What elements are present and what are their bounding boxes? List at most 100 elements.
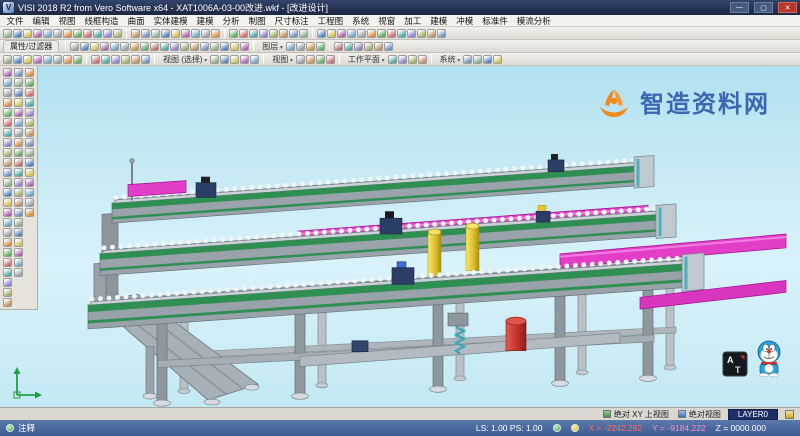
toolbar-icon[interactable] (14, 148, 23, 157)
toolbar-icon[interactable] (249, 29, 258, 38)
toolbar-icon[interactable] (387, 29, 396, 38)
toolbar-icon[interactable] (3, 68, 12, 77)
toolbar-icon[interactable] (25, 108, 34, 117)
toolbar-icon[interactable] (180, 42, 189, 51)
toolbar-icon[interactable] (160, 42, 169, 51)
toolbar-icon[interactable] (110, 42, 119, 51)
toolbar-icon[interactable] (200, 42, 209, 51)
toolbar-icon[interactable] (170, 42, 179, 51)
toolbar-icon[interactable] (14, 168, 23, 177)
toolbar-icon[interactable] (33, 55, 42, 64)
toolbar-icon[interactable] (407, 29, 416, 38)
toolbar-icon[interactable] (3, 78, 12, 87)
toolbar-icon[interactable] (190, 42, 199, 51)
menu-item[interactable]: 编辑 (28, 15, 54, 27)
toolbar-icon[interactable] (220, 55, 229, 64)
toolbar-icon[interactable] (463, 55, 472, 64)
toolbar-icon[interactable] (14, 158, 23, 167)
toolbar-icon[interactable] (374, 42, 383, 51)
toolbar-icon[interactable] (43, 55, 52, 64)
units-icon[interactable] (553, 424, 561, 432)
toolbar-icon[interactable] (93, 29, 102, 38)
toolbar-icon[interactable] (417, 29, 426, 38)
close-button[interactable]: ✕ (778, 2, 797, 13)
toolbar-icon[interactable] (344, 42, 353, 51)
toolbar-icon[interactable] (120, 42, 129, 51)
toolbar-icon[interactable] (14, 238, 23, 247)
menu-item[interactable]: 曲面 (123, 15, 149, 27)
toolbar-icon[interactable] (201, 29, 210, 38)
toolbar-icon[interactable] (91, 55, 100, 64)
toolbar-icon[interactable] (364, 42, 373, 51)
toolbar-icon[interactable] (25, 98, 34, 107)
toolbar-group-label[interactable]: 图层 (258, 41, 285, 52)
toolbar-icon[interactable] (398, 55, 407, 64)
toolbar-icon[interactable] (43, 29, 52, 38)
toolbar-icon[interactable] (25, 128, 34, 137)
toolbar-icon[interactable] (384, 42, 393, 51)
toolbar-icon[interactable] (250, 55, 259, 64)
toolbar-icon[interactable] (73, 29, 82, 38)
toolbar-icon[interactable] (3, 55, 12, 64)
toolbar-icon[interactable] (131, 29, 140, 38)
menu-item[interactable]: 分析 (218, 15, 244, 27)
viewport-3d[interactable]: 智造资料网 A T (0, 66, 800, 407)
toolbar-icon[interactable] (100, 42, 109, 51)
toolbar-icon[interactable] (25, 188, 34, 197)
menu-item[interactable]: 模流分析 (512, 15, 555, 27)
toolbar-icon[interactable] (53, 29, 62, 38)
toolbar-group-label[interactable]: 视图 (选择) (159, 54, 209, 65)
toolbar-icon[interactable] (289, 29, 298, 38)
toolbar-icon[interactable] (269, 29, 278, 38)
toolbar-icon[interactable] (408, 55, 417, 64)
toolbar-icon[interactable] (3, 188, 12, 197)
toolbar-icon[interactable] (70, 42, 79, 51)
toolbar-icon[interactable] (220, 42, 229, 51)
toolbar-icon[interactable] (3, 98, 12, 107)
toolbar-icon[interactable] (3, 208, 12, 217)
toolbar-icon[interactable] (13, 29, 22, 38)
toolbar-icon[interactable] (229, 29, 238, 38)
toolbar-icon[interactable] (210, 42, 219, 51)
toolbar-icon[interactable] (3, 88, 12, 97)
toolbar-icon[interactable] (80, 42, 89, 51)
toolbar-icon[interactable] (3, 198, 12, 207)
menu-item[interactable]: 线框构造 (80, 15, 123, 27)
toolbar-icon[interactable] (25, 178, 34, 187)
toolbar-icon[interactable] (161, 29, 170, 38)
toolbar-icon[interactable] (437, 29, 446, 38)
toolbar-icon[interactable] (83, 29, 92, 38)
toolbar-icon[interactable] (240, 55, 249, 64)
toolbar-icon[interactable] (239, 29, 248, 38)
toolbar-icon[interactable] (3, 29, 12, 38)
toolbar-icon[interactable] (14, 208, 23, 217)
toolbar-icon[interactable] (3, 178, 12, 187)
menu-item[interactable]: 文件 (2, 15, 28, 27)
toolbar-icon[interactable] (23, 55, 32, 64)
toolbar-icon[interactable] (397, 29, 406, 38)
toolbar-icon[interactable] (25, 168, 34, 177)
toolbar-icon[interactable] (191, 29, 200, 38)
toolbar-icon[interactable] (337, 29, 346, 38)
toolbar-icon[interactable] (113, 29, 122, 38)
toolbar-icon[interactable] (334, 42, 343, 51)
view-orientation-widget[interactable]: A T (722, 351, 748, 377)
menu-item[interactable]: 尺寸标注 (270, 15, 313, 27)
toolbar-icon[interactable] (306, 42, 315, 51)
menu-item[interactable]: 建模 (192, 15, 218, 27)
toolbar-icon[interactable] (25, 208, 34, 217)
menu-item[interactable]: 制图 (244, 15, 270, 27)
toolbar-icon[interactable] (90, 42, 99, 51)
toolbar-icon[interactable] (14, 258, 23, 267)
toolbar-icon[interactable] (141, 55, 150, 64)
toolbar-icon[interactable] (259, 29, 268, 38)
toolbar-icon[interactable] (230, 42, 239, 51)
toolbar-icon[interactable] (25, 68, 34, 77)
toolbar-icon[interactable] (286, 42, 295, 51)
toolbar-icon[interactable] (101, 55, 110, 64)
toolbar-icon[interactable] (53, 55, 62, 64)
toolbar-icon[interactable] (367, 29, 376, 38)
toolbar-icon[interactable] (296, 55, 305, 64)
toolbar-icon[interactable] (25, 118, 34, 127)
toolbar-icon[interactable] (130, 42, 139, 51)
